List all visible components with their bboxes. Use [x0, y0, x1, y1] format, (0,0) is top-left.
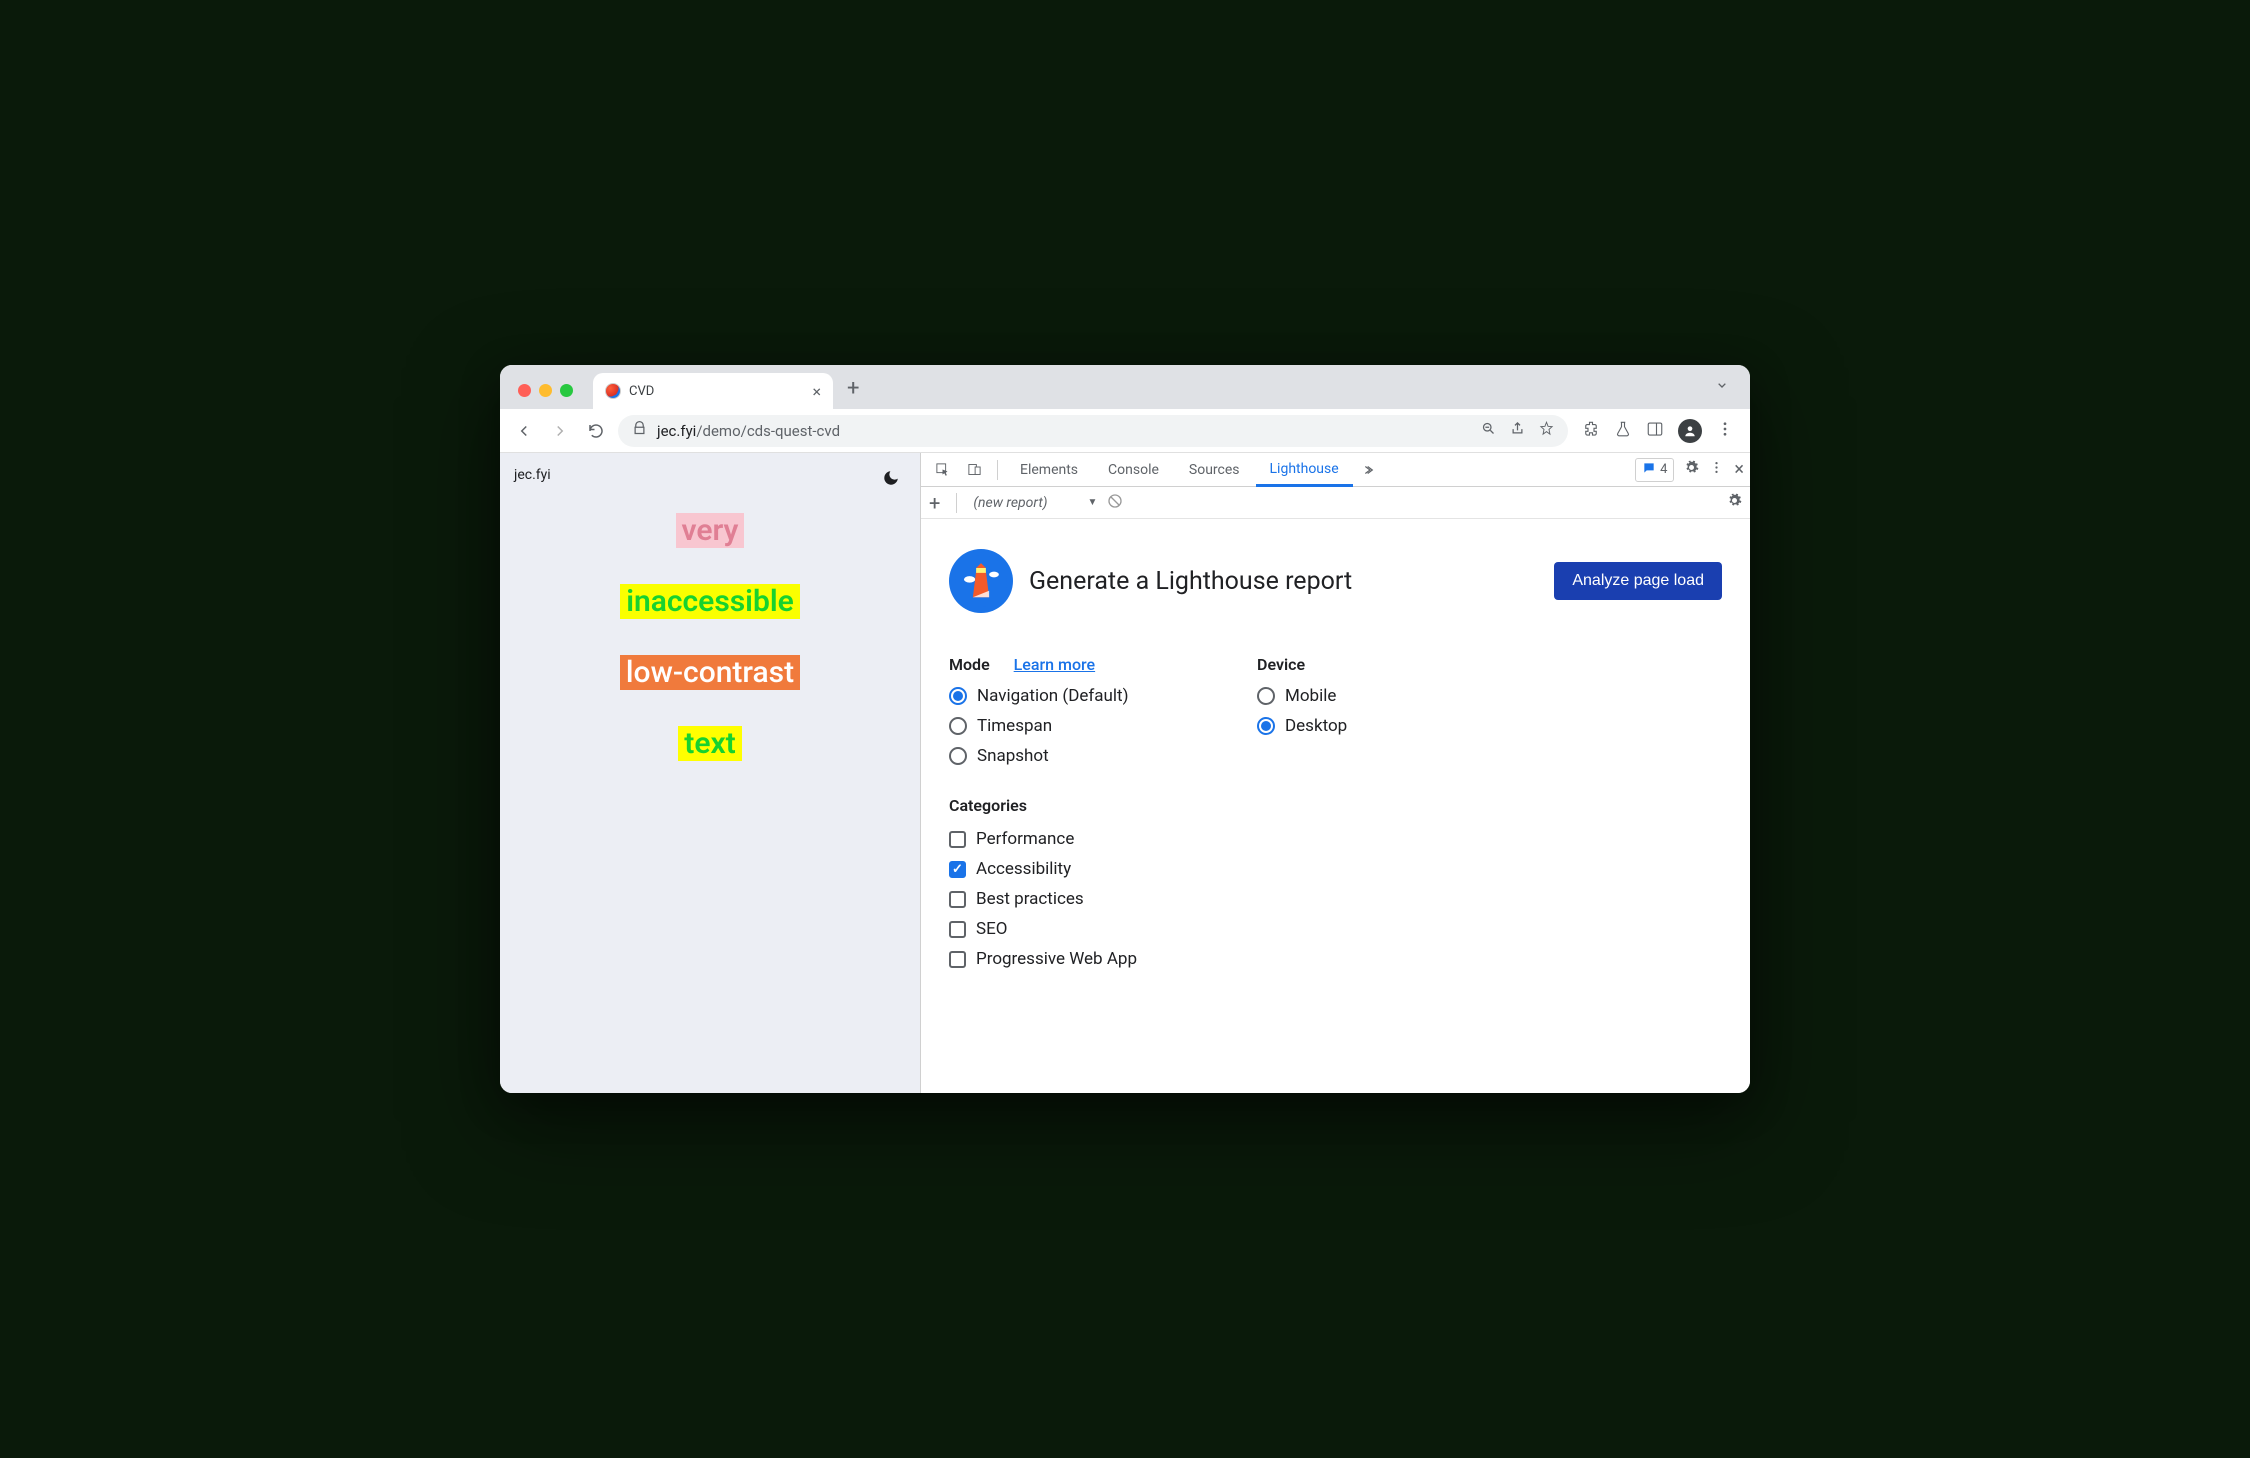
- mode-label: Navigation (Default): [977, 686, 1129, 706]
- radio-icon: [949, 747, 967, 765]
- devtools-tab-lighthouse[interactable]: Lighthouse: [1256, 453, 1353, 487]
- zoom-icon[interactable]: [1481, 421, 1496, 440]
- checkbox-icon: [949, 921, 966, 938]
- demo-word-2: inaccessible: [620, 584, 800, 619]
- category-label: SEO: [976, 919, 1007, 939]
- window-minimize-icon[interactable]: [539, 384, 552, 397]
- lighthouse-panel: Generate a Lighthouse report Analyze pag…: [921, 519, 1750, 1029]
- browser-tab-bar: CVD × +: [500, 365, 1750, 409]
- demo-word-3: low-contrast: [620, 655, 800, 690]
- learn-more-link[interactable]: Learn more: [1014, 655, 1095, 674]
- mode-label: Snapshot: [977, 746, 1049, 766]
- new-tab-button[interactable]: +: [833, 376, 873, 409]
- mode-option[interactable]: Timespan: [949, 716, 1137, 736]
- mode-label: Timespan: [977, 716, 1052, 736]
- share-icon[interactable]: [1510, 421, 1525, 440]
- category-option[interactable]: Best practices: [949, 889, 1137, 909]
- sidepanel-icon[interactable]: [1646, 420, 1664, 442]
- mode-option[interactable]: Snapshot: [949, 746, 1137, 766]
- tab-favicon-icon: [605, 383, 621, 399]
- url-text: jec.fyi/demo/cds-quest-cvd: [657, 422, 840, 440]
- radio-icon: [1257, 717, 1275, 735]
- device-toolbar-icon[interactable]: [959, 455, 989, 485]
- tab-title: CVD: [629, 384, 654, 399]
- browser-menu-icon[interactable]: [1716, 420, 1734, 442]
- profile-avatar-icon[interactable]: [1678, 419, 1702, 443]
- browser-window: CVD × + jec.fyi/demo/cds-quest-cvd: [500, 365, 1750, 1093]
- tabs-menu-button[interactable]: [1704, 377, 1740, 409]
- analyze-page-load-button[interactable]: Analyze page load: [1554, 562, 1722, 600]
- lighthouse-logo-icon: [949, 549, 1013, 613]
- page-viewport: jec.fyi very inaccessible low-contrast t…: [500, 453, 920, 1093]
- category-label: Accessibility: [976, 859, 1071, 879]
- window-zoom-icon[interactable]: [560, 384, 573, 397]
- mode-label: Mode: [949, 655, 990, 674]
- devtools-tab-sources[interactable]: Sources: [1175, 453, 1254, 487]
- devtools-issues-badge[interactable]: 4: [1635, 458, 1674, 482]
- demo-word-1: very: [676, 513, 745, 548]
- new-report-button[interactable]: +: [929, 491, 940, 515]
- window-controls: [510, 384, 581, 409]
- radio-icon: [1257, 687, 1275, 705]
- device-label: Device: [1257, 655, 1347, 674]
- checkbox-icon: [949, 861, 966, 878]
- category-option[interactable]: Accessibility: [949, 859, 1137, 879]
- radio-icon: [949, 687, 967, 705]
- category-option[interactable]: Performance: [949, 829, 1137, 849]
- address-bar[interactable]: jec.fyi/demo/cds-quest-cvd: [618, 415, 1568, 447]
- device-label: Mobile: [1285, 686, 1336, 706]
- device-option[interactable]: Desktop: [1257, 716, 1347, 736]
- lock-icon: [632, 421, 647, 440]
- category-option[interactable]: Progressive Web App: [949, 949, 1137, 969]
- dropdown-caret-icon: ▼: [1088, 497, 1098, 508]
- category-label: Performance: [976, 829, 1074, 849]
- devtools-close-icon[interactable]: ×: [1734, 459, 1744, 480]
- devtools-tab-console[interactable]: Console: [1094, 453, 1173, 487]
- radio-icon: [949, 717, 967, 735]
- window-close-icon[interactable]: [518, 384, 531, 397]
- dark-mode-toggle[interactable]: [876, 463, 906, 493]
- report-selector[interactable]: (new report) ▼: [973, 495, 1097, 511]
- devtools-tab-elements[interactable]: Elements: [1006, 453, 1092, 487]
- device-label: Desktop: [1285, 716, 1347, 736]
- back-button[interactable]: [510, 417, 538, 445]
- page-site-title: jec.fyi: [514, 467, 551, 483]
- browser-toolbar: jec.fyi/demo/cds-quest-cvd: [500, 409, 1750, 453]
- demo-word-4: text: [678, 726, 741, 761]
- browser-tab[interactable]: CVD ×: [593, 373, 833, 409]
- inspect-element-icon[interactable]: [927, 455, 957, 485]
- extensions-icon[interactable]: [1582, 420, 1600, 442]
- mode-option[interactable]: Navigation (Default): [949, 686, 1137, 706]
- forward-button[interactable]: [546, 417, 574, 445]
- content-area: jec.fyi very inaccessible low-contrast t…: [500, 453, 1750, 1093]
- bookmark-star-icon[interactable]: [1539, 421, 1554, 440]
- category-option[interactable]: SEO: [949, 919, 1137, 939]
- devtools-panel: Elements Console Sources Lighthouse 4 ×: [920, 453, 1750, 1093]
- devtools-more-tabs-icon[interactable]: [1355, 455, 1385, 485]
- clear-icon[interactable]: [1107, 493, 1123, 513]
- categories-label: Categories: [949, 796, 1137, 815]
- device-option[interactable]: Mobile: [1257, 686, 1347, 706]
- devtools-tabbar: Elements Console Sources Lighthouse 4 ×: [921, 453, 1750, 487]
- reload-button[interactable]: [582, 417, 610, 445]
- issues-count: 4: [1660, 462, 1667, 477]
- labs-icon[interactable]: [1614, 420, 1632, 442]
- checkbox-icon: [949, 831, 966, 848]
- lighthouse-subbar: + (new report) ▼: [921, 487, 1750, 519]
- issues-icon: [1642, 461, 1656, 479]
- category-label: Progressive Web App: [976, 949, 1137, 969]
- category-label: Best practices: [976, 889, 1084, 909]
- devtools-settings-icon[interactable]: [1684, 460, 1699, 479]
- checkbox-icon: [949, 891, 966, 908]
- devtools-menu-icon[interactable]: [1709, 460, 1724, 479]
- lighthouse-settings-icon[interactable]: [1727, 496, 1742, 512]
- checkbox-icon: [949, 951, 966, 968]
- lighthouse-title: Generate a Lighthouse report: [1029, 567, 1532, 596]
- tab-close-icon[interactable]: ×: [812, 382, 821, 401]
